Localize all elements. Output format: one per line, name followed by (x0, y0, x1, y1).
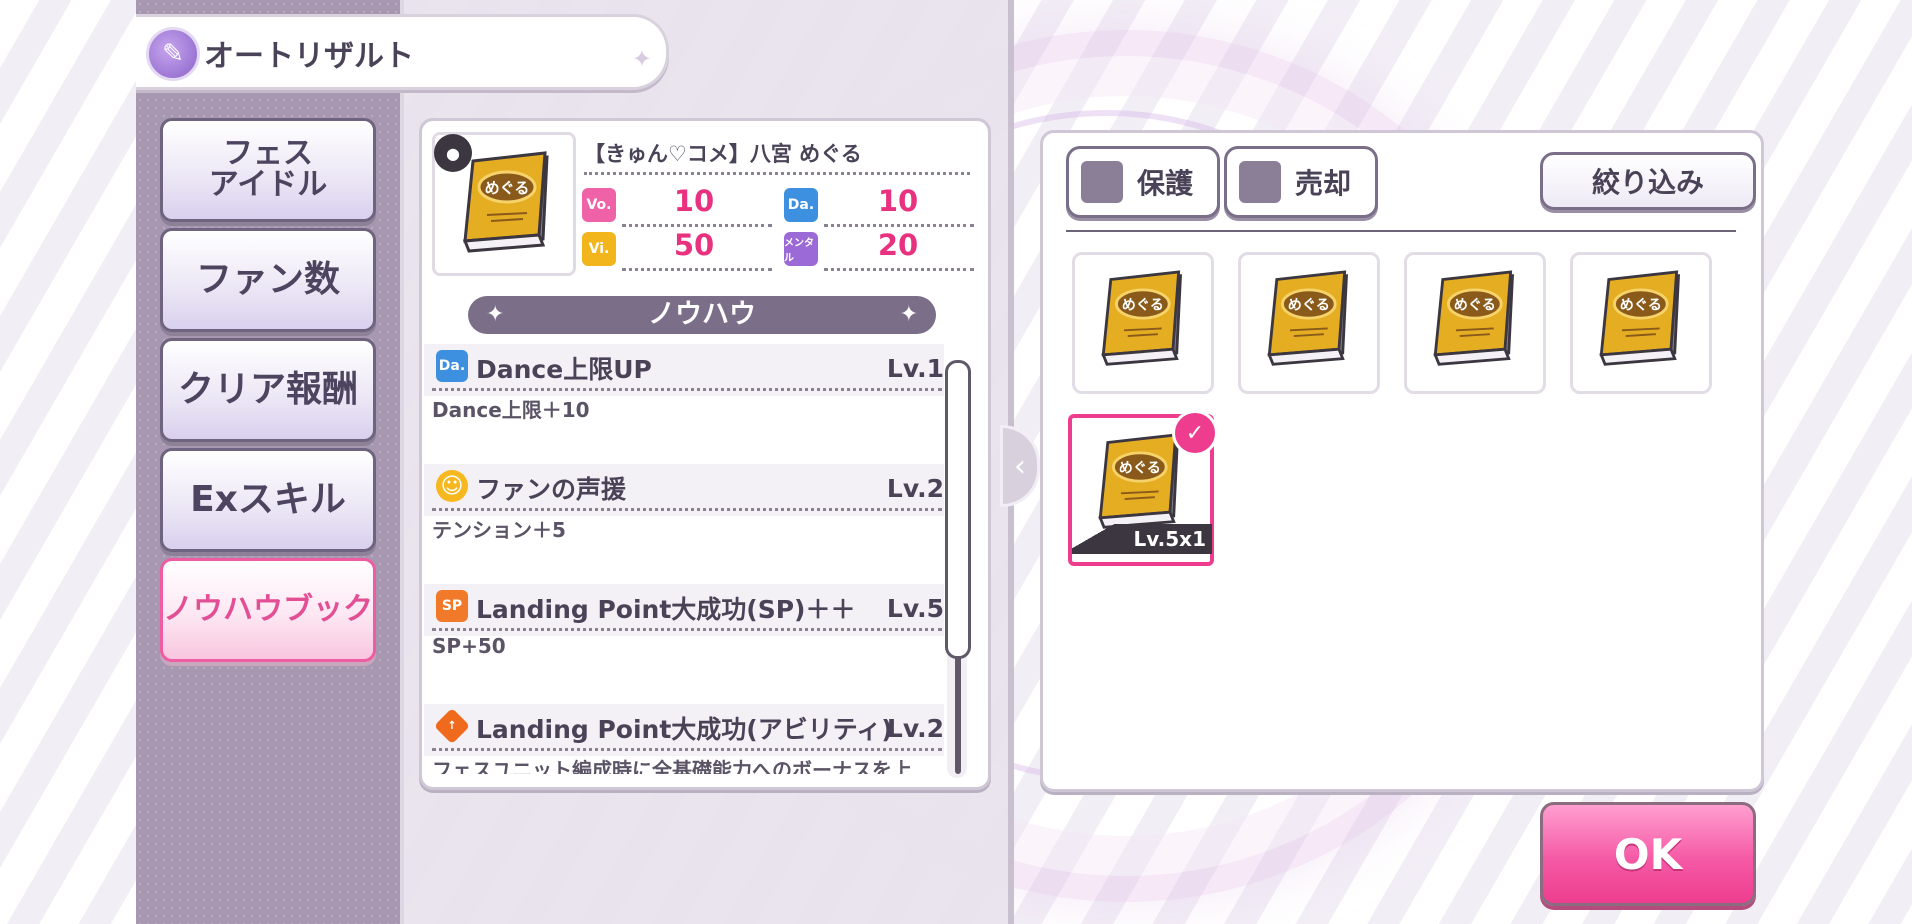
vocal-stat-value: 10 (673, 184, 715, 218)
stat-divider (622, 268, 772, 271)
inventory-item[interactable]: めぐる (1072, 252, 1214, 394)
stat-divider (824, 224, 974, 227)
list-item: ☺ ファンの声援 Lv.2 テンション＋5 (424, 464, 944, 584)
list-item: ↑ Landing Point大成功(アビリティ) Lv.2 フェスユニット編成… (424, 704, 944, 774)
nav-ex-skill-label: Exスキル (190, 479, 346, 520)
list-item: SP Landing Point大成功(SP)＋＋ Lv.5 SP+50 (424, 584, 944, 704)
nav-clear-reward-label: クリア報酬 (177, 369, 358, 410)
skill-divider (432, 388, 942, 391)
inventory-item[interactable]: めぐる (1238, 252, 1380, 394)
protect-checkbox[interactable] (1081, 161, 1123, 203)
stat-divider (824, 268, 974, 271)
character-name: 【きゅん♡コメ】八宮 めぐる (584, 142, 862, 166)
name-divider (584, 172, 970, 175)
smile-icon: ☺ (436, 470, 468, 502)
protect-toggle[interactable]: 保護 (1066, 146, 1220, 218)
nav-knowhow-book-button[interactable]: ノウハウブック (160, 558, 376, 662)
ok-button[interactable]: OK (1540, 802, 1756, 906)
skill-level: Lv.5 (886, 594, 944, 623)
mental-stat-value: 20 (877, 228, 919, 262)
book-title: めぐる (1454, 298, 1496, 314)
skill-divider (432, 628, 942, 631)
knowhow-skill-list[interactable]: Da. Dance上限UP Lv.1 Dance上限＋10 ☺ ファンの声援 L… (424, 344, 944, 774)
sp-skill-icon: SP (436, 590, 468, 622)
skill-description: SP+50 (432, 634, 506, 658)
skill-name: Landing Point大成功(アビリティ) (476, 715, 893, 744)
ability-up-glyph: ↑ (447, 719, 457, 733)
knowhow-book-icon: めぐる (1433, 270, 1514, 366)
item-level-badge: Lv.5x1 (1072, 524, 1212, 554)
nav-ex-skill-button[interactable]: Exスキル (160, 448, 376, 552)
stat-divider (622, 224, 772, 227)
title-bar: ✎ オートリザルト ✦ (136, 14, 669, 90)
scrollbar-thumb[interactable] (945, 360, 971, 659)
filter-label: 絞り込み (1591, 166, 1704, 199)
knowhow-book-icon: めぐる (1599, 270, 1680, 366)
mental-stat-icon: メンタル (784, 232, 818, 266)
check-icon: ✓ (1172, 410, 1218, 456)
book-title: めぐる (485, 179, 530, 197)
inventory-item[interactable]: めぐる (1404, 252, 1546, 394)
skill-description: テンション＋5 (432, 518, 566, 542)
book-title: めぐる (1122, 298, 1164, 314)
knowhow-book-icon: めぐる (1101, 270, 1182, 366)
visual-stat-icon: Vi. (582, 232, 616, 266)
skill-level: Lv.2 (886, 474, 944, 503)
skill-description: フェスユニット編成時に全基礎能力へのボーナスを上 (432, 758, 912, 774)
skill-name: Landing Point大成功(SP)＋＋ (476, 595, 856, 624)
visual-stat-value: 50 (673, 228, 715, 262)
auto-result-icon: ✎ (146, 27, 200, 81)
nav-knowhow-book-label: ノウハウブック (163, 592, 373, 627)
page-title: オートリザルト (204, 39, 414, 74)
nav-fes-idol-label: フェス アイドル (208, 136, 328, 202)
skill-name: Dance上限UP (476, 355, 652, 384)
skill-description: Dance上限＋10 (432, 398, 590, 422)
skill-level: Lv.2 (886, 714, 944, 743)
nav-clear-reward-button[interactable]: クリア報酬 (160, 338, 376, 442)
filter-button[interactable]: 絞り込み (1540, 152, 1756, 210)
list-item: Da. Dance上限UP Lv.1 Dance上限＋10 (424, 344, 944, 464)
nav-fan-count-button[interactable]: ファン数 (160, 228, 376, 332)
inventory-item[interactable]: めぐる (1570, 252, 1712, 394)
skill-divider (432, 748, 942, 751)
sell-label: 売却 (1295, 167, 1352, 200)
dance-stat-value: 10 (877, 184, 919, 218)
knowhow-section-title: ノウハウ (648, 299, 756, 330)
book-title: めぐる (1288, 298, 1330, 314)
sparkle-icon: ✦ (631, 45, 652, 73)
dance-skill-icon: Da. (436, 350, 468, 382)
dance-stat-icon: Da. (784, 188, 818, 222)
knowhow-section-header: ✦ ノウハウ ✦ (468, 296, 936, 334)
sell-toggle[interactable]: 売却 (1224, 146, 1378, 218)
chevron-left-icon: ‹ (1014, 448, 1026, 484)
lock-icon[interactable]: ● (434, 134, 472, 172)
skill-level: Lv.1 (886, 354, 944, 383)
vocal-stat-icon: Vo. (582, 188, 616, 222)
sell-checkbox[interactable] (1239, 161, 1281, 203)
skill-divider (432, 508, 942, 511)
nav-fan-count-label: ファン数 (195, 259, 340, 300)
protect-label: 保護 (1137, 167, 1194, 200)
ok-label: OK (1613, 829, 1683, 879)
nav-fes-idol-button[interactable]: フェス アイドル (160, 118, 376, 222)
skill-name: ファンの声援 (476, 475, 627, 504)
sparkle-icon: ✦ (899, 302, 918, 327)
book-title: めぐる (1620, 298, 1662, 314)
inventory-divider (1066, 230, 1736, 232)
knowhow-book-icon: めぐる (1267, 270, 1348, 366)
sparkle-icon: ✦ (486, 302, 505, 327)
book-title: めぐる (1119, 461, 1161, 477)
